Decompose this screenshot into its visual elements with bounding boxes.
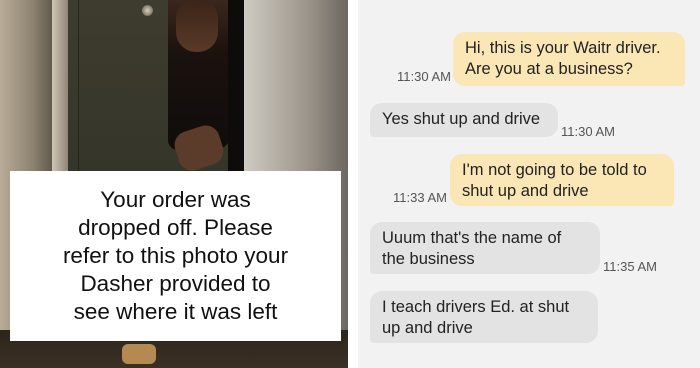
person-face [176, 0, 218, 52]
caption-line: refer to this photo your [62, 243, 289, 268]
incoming-message-bubble[interactable]: Uuum that's the name of the business [370, 222, 600, 274]
message-text-line: Hi, this is your Waitr driver. [465, 39, 661, 57]
message-text-line: the business [382, 250, 475, 268]
message-text-line: I teach drivers Ed. at shut [382, 298, 570, 316]
message-text-line: Yes shut up and drive [382, 110, 541, 128]
message-timestamp: 11:30 AM [397, 69, 451, 84]
message-timestamp: 11:33 AM [393, 190, 447, 205]
delivery-photo: Your order was dropped off. Please refer… [0, 0, 348, 368]
message-text-line: shut up and drive [462, 182, 589, 200]
caption-line: Dasher provided to [80, 271, 271, 296]
chat-thread[interactable]: 11:30 AM Hi, this is your Waitr driver. … [358, 0, 700, 368]
caption-line: Your order was [100, 187, 251, 212]
panel-divider [348, 0, 358, 368]
photo-caption: Your order was dropped off. Please refer… [10, 171, 341, 341]
caption-line: see where it was left [73, 299, 278, 324]
message-text-line: Uuum that's the name of [382, 229, 562, 247]
message-timestamp: 11:35 AM [603, 259, 657, 274]
outgoing-message-bubble[interactable]: I'm not going to be told to shut up and … [450, 154, 674, 206]
outgoing-message-bubble[interactable]: Hi, this is your Waitr driver. Are you a… [453, 32, 685, 86]
incoming-message-bubble[interactable]: Yes shut up and drive [370, 103, 558, 137]
caption-line: dropped off. Please [78, 215, 273, 240]
message-text-line: Are you at a business? [465, 60, 633, 78]
message-text-line: I'm not going to be told to [462, 161, 647, 179]
message-timestamp: 11:30 AM [561, 124, 615, 139]
message-text-line: up and drive [382, 319, 473, 337]
food-bag [122, 344, 156, 364]
door-peephole [142, 5, 153, 16]
incoming-message-bubble[interactable]: I teach drivers Ed. at shut up and drive [370, 291, 598, 343]
